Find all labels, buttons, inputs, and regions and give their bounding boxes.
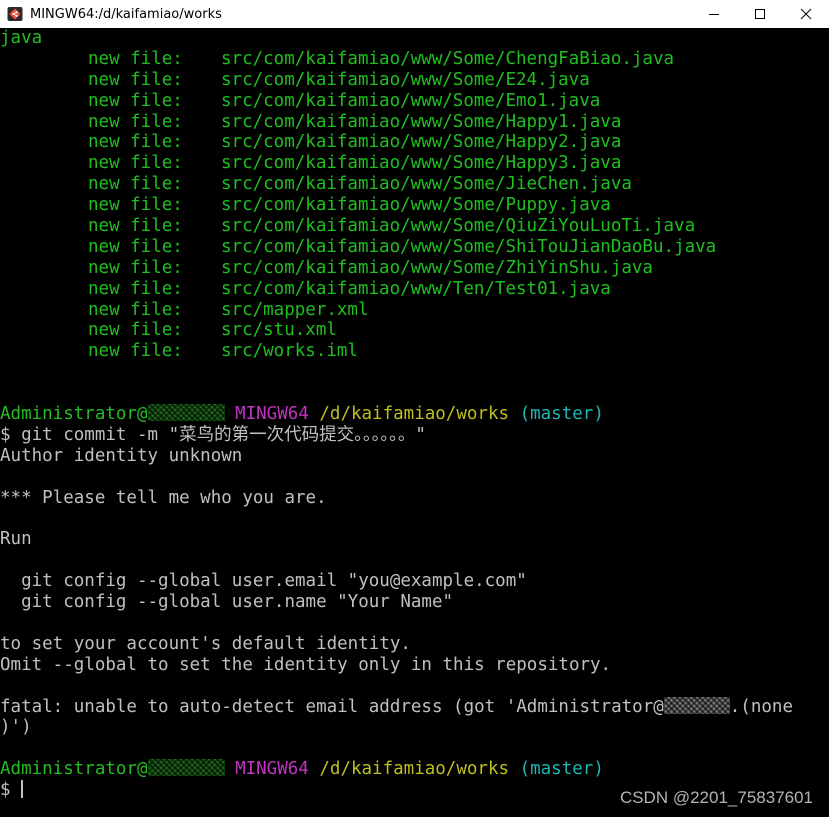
file-path: src/com/kaifamiao/www/Some/Happy2.java bbox=[221, 132, 622, 153]
staged-file-row: new file: src/com/kaifamiao/www/Some/ZhiY… bbox=[0, 258, 829, 279]
prompt-path: /d/kaifamiao/works bbox=[319, 404, 510, 425]
maximize-icon bbox=[755, 9, 765, 19]
text-cursor bbox=[21, 780, 24, 799]
output-line: *** Please tell me who you are. bbox=[0, 487, 327, 508]
output-line: Run bbox=[0, 529, 32, 550]
output-line: java bbox=[0, 28, 43, 48]
maximize-button[interactable] bbox=[737, 0, 783, 28]
file-path: src/com/kaifamiao/www/Some/Puppy.java bbox=[221, 195, 611, 216]
file-status-label: new file: bbox=[88, 216, 183, 237]
file-status-label: new file: bbox=[88, 341, 183, 362]
title-bar[interactable]: MINGW64:/d/kaifamiao/works bbox=[0, 0, 829, 28]
redacted-hostname bbox=[147, 404, 225, 422]
file-status-label: new file: bbox=[88, 174, 183, 195]
prompt-symbol: $ bbox=[0, 424, 11, 445]
file-status-label: new file: bbox=[88, 48, 183, 69]
redacted-hostname bbox=[147, 759, 225, 777]
file-path: src/com/kaifamiao/www/Some/ChengFaBiao.j… bbox=[221, 48, 675, 69]
minimize-icon bbox=[709, 14, 719, 15]
prompt-user: Administrator@ bbox=[0, 404, 148, 425]
staged-file-row: new file: src/stu.xml bbox=[0, 320, 829, 341]
command-line: $ git commit -m "菜鸟的第一次代码提交。。。。。。" bbox=[0, 425, 829, 446]
file-status-label: new file: bbox=[88, 236, 183, 257]
git-bash-icon bbox=[7, 7, 23, 21]
command-text: git commit -m "菜鸟的第一次代码提交。。。。。。" bbox=[21, 424, 426, 445]
file-status-label: new file: bbox=[88, 299, 183, 320]
minimize-button[interactable] bbox=[691, 0, 737, 28]
file-status-label: new file: bbox=[88, 111, 183, 132]
staged-file-row: new file: src/com/kaifamiao/www/Some/E24.… bbox=[0, 70, 829, 91]
file-path: src/com/kaifamiao/www/Some/E24.java bbox=[221, 69, 590, 90]
file-status-label: new file: bbox=[88, 257, 183, 278]
staged-file-row: new file: src/com/kaifamiao/www/Some/QiuZ… bbox=[0, 216, 829, 237]
file-status-label: new file: bbox=[88, 90, 183, 111]
output-line: to set your account's default identity. bbox=[0, 633, 411, 654]
csdn-watermark: CSDN @2201_75837601 bbox=[619, 788, 813, 807]
staged-file-row: new file: src/com/kaifamiao/www/Some/Happ… bbox=[0, 112, 829, 133]
prompt-system: MINGW64 bbox=[235, 404, 309, 425]
prompt-branch: (master) bbox=[519, 759, 604, 780]
staged-file-row: new file: src/com/kaifamiao/www/Ten/Test0… bbox=[0, 279, 829, 300]
file-status-label: new file: bbox=[88, 69, 183, 90]
file-status-label: new file: bbox=[88, 195, 183, 216]
file-path: src/com/kaifamiao/www/Some/Emo1.java bbox=[221, 90, 601, 111]
window-title: MINGW64:/d/kaifamiao/works bbox=[30, 6, 222, 22]
terminal-window: MINGW64:/d/kaifamiao/works java new file… bbox=[0, 0, 829, 817]
staged-file-list: new file: src/com/kaifamiao/www/Some/Chen… bbox=[0, 49, 829, 362]
file-path: src/com/kaifamiao/www/Some/ShiTouJianDao… bbox=[221, 236, 717, 257]
prompt-branch: (master) bbox=[519, 404, 604, 425]
file-status-label: new file: bbox=[88, 320, 183, 341]
output-line: git config --global user.email "you@exam… bbox=[0, 571, 527, 592]
error-text-end: .(none bbox=[729, 696, 793, 717]
output-line: )') bbox=[0, 717, 32, 738]
staged-file-row: new file: src/mapper.xml bbox=[0, 300, 829, 321]
staged-file-row: new file: src/com/kaifamiao/www/Some/Happ… bbox=[0, 153, 829, 174]
file-path: src/stu.xml bbox=[221, 320, 337, 341]
staged-file-row: new file: src/com/kaifamiao/www/Some/Chen… bbox=[0, 49, 829, 70]
close-button[interactable] bbox=[783, 0, 829, 28]
redacted-hostname bbox=[663, 696, 730, 714]
file-path: src/com/kaifamiao/www/Some/JieChen.java bbox=[221, 174, 632, 195]
file-path: src/com/kaifamiao/www/Some/QiuZiYouLuoTi… bbox=[221, 216, 696, 237]
file-status-label: new file: bbox=[88, 132, 183, 153]
error-line: fatal: unable to auto-detect email addre… bbox=[0, 696, 829, 718]
staged-file-row: new file: src/com/kaifamiao/www/Some/Pupp… bbox=[0, 195, 829, 216]
prompt-user: Administrator@ bbox=[0, 759, 148, 780]
error-text: fatal: unable to auto-detect email addre… bbox=[0, 696, 664, 717]
terminal-output[interactable]: java new file: src/com/kaifamiao/www/Some… bbox=[0, 28, 829, 817]
output-line: Author identity unknown bbox=[0, 445, 243, 466]
staged-file-row: new file: src/com/kaifamiao/www/Some/Emo1… bbox=[0, 91, 829, 112]
file-path: src/com/kaifamiao/www/Some/Happy3.java bbox=[221, 153, 622, 174]
close-icon bbox=[800, 8, 812, 20]
prompt-system: MINGW64 bbox=[235, 759, 309, 780]
staged-file-row: new file: src/com/kaifamiao/www/Some/ShiT… bbox=[0, 237, 829, 258]
staged-file-row: new file: src/com/kaifamiao/www/Some/JieC… bbox=[0, 174, 829, 195]
prompt-symbol: $ bbox=[0, 780, 11, 801]
file-status-label: new file: bbox=[88, 278, 183, 299]
shell-prompt: Administrator@ MINGW64 /d/kaifamiao/work… bbox=[0, 759, 829, 780]
output-line: git config --global user.name "Your Name… bbox=[0, 592, 454, 613]
file-path: src/works.iml bbox=[221, 341, 358, 362]
staged-file-row: new file: src/works.iml bbox=[0, 341, 829, 362]
file-path: src/com/kaifamiao/www/Ten/Test01.java bbox=[221, 278, 611, 299]
staged-file-row: new file: src/com/kaifamiao/www/Some/Happ… bbox=[0, 132, 829, 153]
file-path: src/com/kaifamiao/www/Some/ZhiYinShu.jav… bbox=[221, 257, 653, 278]
file-status-label: new file: bbox=[88, 153, 183, 174]
shell-prompt: Administrator@ MINGW64 /d/kaifamiao/work… bbox=[0, 404, 829, 425]
file-path: src/com/kaifamiao/www/Some/Happy1.java bbox=[221, 111, 622, 132]
prompt-path: /d/kaifamiao/works bbox=[319, 759, 510, 780]
output-line: Omit --global to set the identity only i… bbox=[0, 654, 612, 675]
file-path: src/mapper.xml bbox=[221, 299, 369, 320]
